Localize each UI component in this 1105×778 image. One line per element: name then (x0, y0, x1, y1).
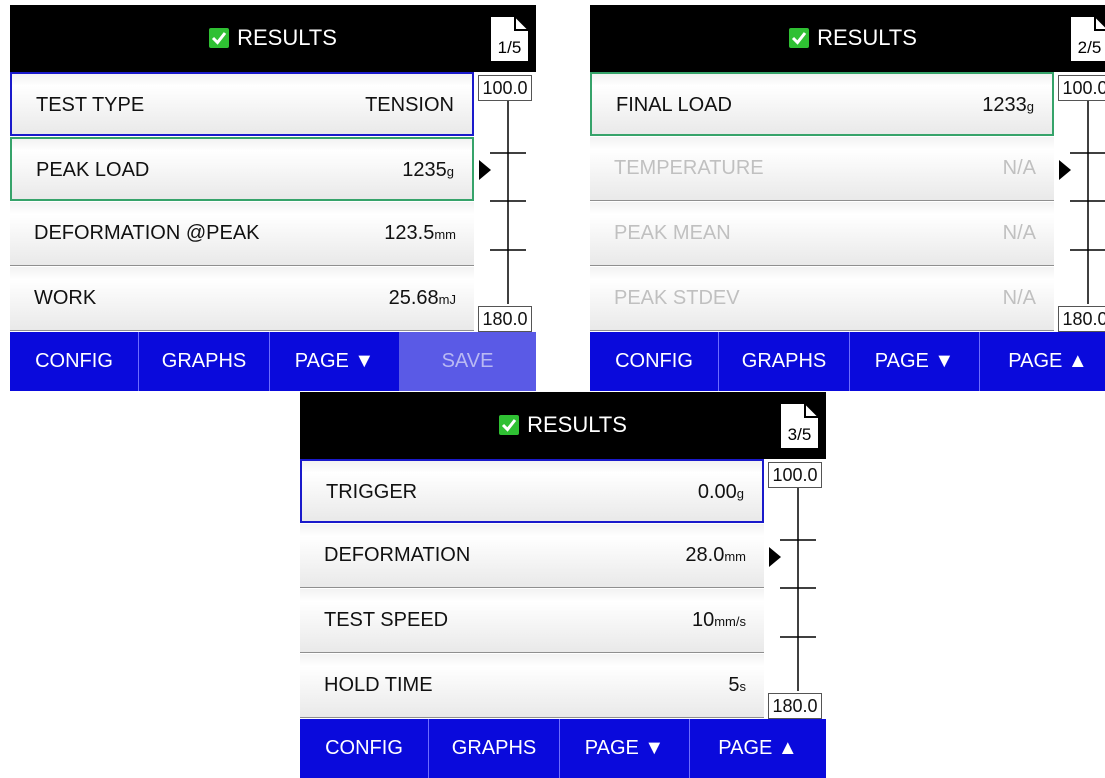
button-bar: CONFIG GRAPHS PAGE ▼ PAGE ▲ (590, 332, 1105, 391)
page-indicator: 3/5 (778, 401, 821, 451)
row-label: TEMPERATURE (614, 157, 764, 179)
scroll-pointer-icon (1059, 160, 1071, 180)
result-row-test-type[interactable]: TEST TYPE TENSION (10, 72, 474, 136)
header-bar: RESULTS 3/5 (300, 392, 826, 459)
row-label: PEAK STDEV (614, 287, 740, 309)
result-row-work[interactable]: WORK 25.68mJ (10, 267, 474, 331)
result-row-peak-mean: PEAK MEAN N/A (590, 202, 1054, 266)
page-down-button[interactable]: PAGE ▼ (269, 332, 399, 391)
row-value: 1235g (402, 159, 454, 181)
row-label: PEAK MEAN (614, 222, 731, 244)
checkmark-icon (209, 28, 230, 48)
row-label: DEFORMATION @PEAK (34, 222, 260, 244)
result-row-deformation[interactable]: DEFORMATION 28.0mm (300, 524, 764, 588)
button-bar: CONFIG GRAPHS PAGE ▼ SAVE (10, 332, 536, 391)
page-number: 2/5 (1077, 38, 1102, 57)
scale-min-label: 180.0 (768, 693, 822, 719)
results-list: TEST TYPE TENSION PEAK LOAD 1235g DEFORM… (10, 72, 474, 332)
row-label: WORK (34, 287, 97, 309)
scale-max-label: 100.0 (1058, 75, 1105, 101)
scale-track (479, 101, 526, 304)
header-bar: RESULTS 1/5 (10, 5, 536, 72)
scroll-pointer-icon (769, 547, 781, 567)
page-up-button[interactable]: PAGE ▲ (979, 332, 1105, 391)
row-value: 10mm/s (691, 609, 746, 631)
scroll-pointer-icon (479, 160, 491, 180)
result-row-test-speed[interactable]: TEST SPEED 10mm/s (300, 589, 764, 653)
page-number: 3/5 (787, 425, 812, 444)
checkmark-icon (499, 415, 520, 435)
row-label: FINAL LOAD (616, 94, 732, 116)
header-title: RESULTS (300, 409, 826, 441)
save-button[interactable]: SAVE (399, 332, 536, 391)
row-value: N/A (1002, 157, 1036, 179)
row-label: TRIGGER (326, 481, 418, 503)
scale-max-label: 100.0 (478, 75, 532, 101)
page-number: 1/5 (497, 38, 522, 57)
page-down-button[interactable]: PAGE ▼ (559, 719, 689, 778)
row-label: HOLD TIME (324, 674, 433, 696)
row-value: TENSION (365, 94, 454, 116)
title-text: RESULTS (527, 412, 627, 437)
scroll-scale[interactable]: 100.0 180.0 (764, 459, 826, 719)
result-row-temperature: TEMPERATURE N/A (590, 137, 1054, 201)
row-label: TEST SPEED (324, 609, 449, 631)
result-row-final-load[interactable]: FINAL LOAD 1233g (590, 72, 1054, 136)
config-button[interactable]: CONFIG (10, 332, 138, 391)
scale-min-label: 180.0 (1058, 306, 1105, 332)
scale-min-label: 180.0 (478, 306, 532, 332)
graphs-button[interactable]: GRAPHS (428, 719, 559, 778)
result-row-trigger[interactable]: TRIGGER 0.00g (300, 459, 764, 523)
scroll-scale[interactable]: 100.0 180.0 (1054, 72, 1105, 332)
checkmark-icon (789, 28, 810, 48)
scale-track (1059, 101, 1105, 304)
results-screen-page-2: RESULTS 2/5 FINAL LOAD 1233g TEMPERATURE… (590, 5, 1105, 391)
config-button[interactable]: CONFIG (300, 719, 428, 778)
results-list: FINAL LOAD 1233g TEMPERATURE N/A PEAK ME… (590, 72, 1054, 332)
row-label: DEFORMATION (324, 544, 471, 566)
result-row-peak-stdev: PEAK STDEV N/A (590, 267, 1054, 331)
scale-track (769, 488, 816, 691)
title-text: RESULTS (237, 25, 337, 50)
row-value: 1233g (982, 94, 1034, 116)
row-value: 0.00g (697, 481, 744, 503)
row-value: 25.68mJ (388, 287, 456, 309)
result-row-deformation-peak[interactable]: DEFORMATION @PEAK 123.5mm (10, 202, 474, 266)
row-value: N/A (1002, 222, 1036, 244)
row-value: 5s (728, 674, 746, 696)
graphs-button[interactable]: GRAPHS (138, 332, 269, 391)
button-bar: CONFIG GRAPHS PAGE ▼ PAGE ▲ (300, 719, 826, 778)
header-title: RESULTS (10, 22, 536, 54)
results-screen-page-3: RESULTS 3/5 TRIGGER 0.00g DEFORMATION 28… (300, 392, 826, 778)
row-value: N/A (1002, 287, 1036, 309)
results-list: TRIGGER 0.00g DEFORMATION 28.0mm TEST SP… (300, 459, 764, 719)
results-screen-page-1: RESULTS 1/5 TEST TYPE TENSION PEAK LOAD … (10, 5, 536, 391)
graphs-button[interactable]: GRAPHS (718, 332, 849, 391)
page-indicator: 1/5 (488, 14, 531, 64)
row-value: 123.5mm (384, 222, 456, 244)
config-button[interactable]: CONFIG (590, 332, 718, 391)
result-row-hold-time[interactable]: HOLD TIME 5s (300, 654, 764, 718)
header-bar: RESULTS 2/5 (590, 5, 1105, 72)
page-indicator: 2/5 (1068, 14, 1105, 64)
page-down-button[interactable]: PAGE ▼ (849, 332, 979, 391)
title-text: RESULTS (817, 25, 917, 50)
scroll-scale[interactable]: 100.0 180.0 (474, 72, 536, 332)
header-title: RESULTS (590, 22, 1105, 54)
result-row-peak-load[interactable]: PEAK LOAD 1235g (10, 137, 474, 201)
row-value: 28.0mm (685, 544, 746, 566)
row-label: PEAK LOAD (36, 159, 150, 181)
row-label: TEST TYPE (36, 94, 145, 116)
scale-max-label: 100.0 (768, 462, 822, 488)
page-up-button[interactable]: PAGE ▲ (689, 719, 826, 778)
